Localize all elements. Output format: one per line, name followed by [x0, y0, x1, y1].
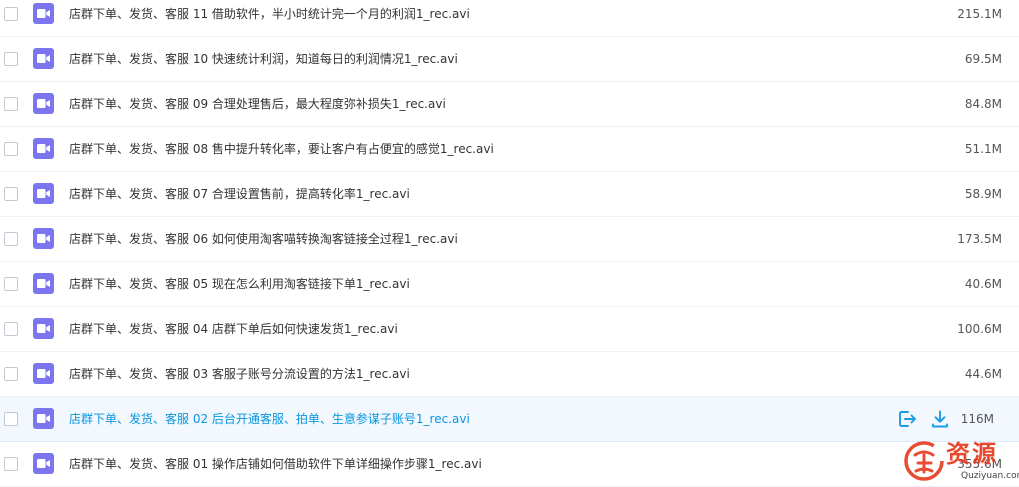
row-checkbox[interactable] [4, 367, 18, 381]
file-row[interactable]: 店群下单、发货、客服 05 现在怎么利用淘客链接下单1_rec.avi 40.6… [0, 262, 1019, 307]
file-name[interactable]: 店群下单、发货、客服 11 借助软件，半小时统计完一个月的利润1_rec.avi [69, 6, 470, 22]
video-file-icon [33, 453, 54, 474]
file-size: 44.6M [964, 367, 1002, 381]
row-checkbox[interactable] [4, 52, 18, 66]
file-name[interactable]: 店群下单、发货、客服 04 店群下单后如何快速发货1_rec.avi [69, 321, 398, 337]
video-file-icon [33, 48, 54, 69]
file-row[interactable]: 店群下单、发货、客服 07 合理设置售前，提高转化率1_rec.avi 58.9… [0, 172, 1019, 217]
row-checkbox[interactable] [4, 7, 18, 21]
row-checkbox[interactable] [4, 322, 18, 336]
file-name[interactable]: 店群下单、发货、客服 05 现在怎么利用淘客链接下单1_rec.avi [69, 276, 410, 292]
row-checkbox[interactable] [4, 142, 18, 156]
file-size: 100.6M [957, 322, 1002, 336]
row-checkbox[interactable] [4, 412, 18, 426]
video-file-icon [33, 318, 54, 339]
row-actions [897, 408, 950, 430]
file-row-hovered[interactable]: 店群下单、发货、客服 02 后台开通客服、拍单、生意参谋子账号1_rec.avi… [0, 397, 1019, 442]
file-row[interactable]: 店群下单、发货、客服 01 操作店铺如何借助软件下单详细操作步骤1_rec.av… [0, 442, 1019, 487]
video-file-icon [33, 183, 54, 204]
file-name[interactable]: 店群下单、发货、客服 06 如何使用淘客喵转换淘客链接全过程1_rec.avi [69, 231, 458, 247]
download-icon[interactable] [930, 409, 950, 429]
file-size: 69.5M [964, 52, 1002, 66]
file-name[interactable]: 店群下单、发货、客服 07 合理设置售前，提高转化率1_rec.avi [69, 186, 410, 202]
row-checkbox[interactable] [4, 277, 18, 291]
file-row[interactable]: 店群下单、发货、客服 10 快速统计利润，知道每日的利润情况1_rec.avi … [0, 37, 1019, 82]
file-name[interactable]: 店群下单、发货、客服 10 快速统计利润，知道每日的利润情况1_rec.avi [69, 51, 458, 67]
file-row[interactable]: 店群下单、发货、客服 03 客服子账号分流设置的方法1_rec.avi 44.6… [0, 352, 1019, 397]
video-file-icon [33, 363, 54, 384]
file-size: 215.1M [957, 7, 1002, 21]
file-row[interactable]: 店群下单、发货、客服 09 合理处理售后，最大程度弥补损失1_rec.avi 8… [0, 82, 1019, 127]
file-name[interactable]: 店群下单、发货、客服 08 售中提升转化率，要让客户有占便宜的感觉1_rec.a… [69, 141, 494, 157]
video-file-icon [33, 408, 54, 429]
file-size: 173.5M [957, 232, 1002, 246]
watermark-title: 资源 [946, 439, 998, 468]
watermark-url: Quziyuan.com [961, 471, 1019, 481]
file-row[interactable]: 店群下单、发货、客服 08 售中提升转化率，要让客户有占便宜的感觉1_rec.a… [0, 127, 1019, 172]
file-name[interactable]: 店群下单、发货、客服 02 后台开通客服、拍单、生意参谋子账号1_rec.avi [69, 411, 470, 427]
video-file-icon [33, 93, 54, 114]
video-file-icon [33, 3, 54, 24]
row-checkbox[interactable] [4, 457, 18, 471]
video-file-icon [33, 228, 54, 249]
row-checkbox[interactable] [4, 97, 18, 111]
file-size: 116M [960, 412, 994, 426]
row-checkbox[interactable] [4, 232, 18, 246]
file-list: 店群下单、发货、客服 11 借助软件，半小时统计完一个月的利润1_rec.avi… [0, 0, 1019, 487]
share-icon[interactable] [897, 409, 917, 429]
file-size: 51.1M [964, 142, 1002, 156]
file-row[interactable]: 店群下单、发货、客服 11 借助软件，半小时统计完一个月的利润1_rec.avi… [0, 0, 1019, 37]
file-size: 84.8M [964, 97, 1002, 111]
file-row[interactable]: 店群下单、发货、客服 06 如何使用淘客喵转换淘客链接全过程1_rec.avi … [0, 217, 1019, 262]
watermark: 资源 Quziyuan.com [903, 439, 1019, 485]
video-file-icon [33, 273, 54, 294]
file-size: 58.9M [964, 187, 1002, 201]
file-name[interactable]: 店群下单、发货、客服 09 合理处理售后，最大程度弥补损失1_rec.avi [69, 96, 446, 112]
row-checkbox[interactable] [4, 187, 18, 201]
video-file-icon [33, 138, 54, 159]
file-name[interactable]: 店群下单、发货、客服 01 操作店铺如何借助软件下单详细操作步骤1_rec.av… [69, 456, 482, 472]
file-size: 40.6M [964, 277, 1002, 291]
file-row[interactable]: 店群下单、发货、客服 04 店群下单后如何快速发货1_rec.avi 100.6… [0, 307, 1019, 352]
watermark-logo-icon [904, 441, 944, 481]
file-name[interactable]: 店群下单、发货、客服 03 客服子账号分流设置的方法1_rec.avi [69, 366, 410, 382]
